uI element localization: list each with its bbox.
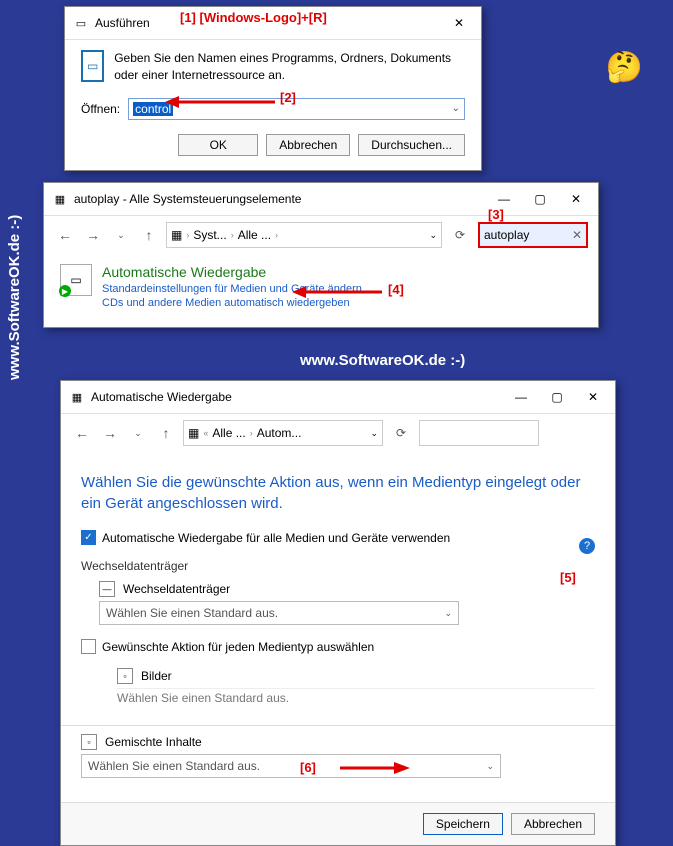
nav-bar: ← → ⌄ ↑ ▦ › Syst... › Alle ... › ⌄ ⟳ aut… (44, 216, 598, 254)
mixed-dropdown[interactable]: Wählen Sie einen Standard aus. ⌄ (81, 754, 501, 778)
maximize-icon[interactable]: ▢ (526, 189, 554, 209)
search-result: ▭▶ Automatische Wiedergabe Standardeinst… (44, 254, 598, 327)
breadcrumb-part[interactable]: Alle ... (212, 426, 245, 440)
ok-button[interactable]: OK (178, 134, 258, 156)
window-title: Automatische Wiedergabe (91, 390, 507, 404)
window-title: autoplay - Alle Systemsteuerungselemente (74, 192, 490, 206)
window-title: Ausführen (95, 16, 445, 30)
close-icon[interactable]: ✕ (445, 13, 473, 33)
search-value: autoplay (484, 228, 529, 242)
program-icon: ▭ (81, 50, 104, 82)
chevron-right-icon: › (250, 428, 253, 438)
chevron-down-icon[interactable]: ⌄ (110, 224, 132, 246)
chevron-down-icon[interactable]: ⌄ (370, 428, 378, 439)
titlebar: ▦ autoplay - Alle Systemsteuerungselemen… (44, 183, 598, 216)
image-icon: ▫ (117, 668, 133, 684)
folder-icon: ▦ (188, 426, 199, 440)
breadcrumb-part[interactable]: Autom... (257, 426, 302, 440)
run-icon: ▭ (73, 15, 89, 31)
clear-icon[interactable]: ✕ (572, 228, 582, 242)
dialog-footer: Speichern Abbrechen (61, 802, 615, 845)
close-icon[interactable]: ✕ (579, 387, 607, 407)
autoplay-window: ▦ Automatische Wiedergabe — ▢ ✕ ← → ⌄ ↑ … (60, 380, 616, 846)
control-panel-icon: ▦ (52, 191, 68, 207)
section-mixed: Gemischte Inhalte (105, 735, 202, 749)
removable-dropdown[interactable]: Wählen Sie einen Standard aus. ⌄ (99, 601, 459, 625)
folder-icon: ▦ (171, 228, 182, 242)
close-icon[interactable]: ✕ (562, 189, 590, 209)
mixed-icon: ▫ (81, 734, 97, 750)
dropdown-value: Wählen Sie einen Standard aus. (106, 606, 278, 620)
sub-label: Bilder (141, 669, 172, 683)
cancel-button[interactable]: Abbrechen (511, 813, 595, 835)
watermark-side: www.SoftwareOK.de :-) (6, 215, 23, 380)
open-label: Öffnen: (81, 102, 120, 116)
chevron-down-icon[interactable]: ⌄ (452, 103, 460, 114)
breadcrumb[interactable]: ▦ « Alle ... › Autom... ⌄ (183, 420, 383, 446)
checkbox-label: Automatische Wiedergabe für alle Medien … (102, 531, 450, 545)
stick-figure-icon: 🤔 (606, 50, 643, 85)
checkbox-label: Gewünschte Aktion für jeden Medientyp au… (102, 640, 374, 654)
chevron-down-icon[interactable]: ⌄ (127, 422, 149, 444)
run-description: Geben Sie den Namen eines Programms, Ord… (114, 50, 465, 84)
result-link-1[interactable]: Standardeinstellungen für Medien und Ger… (102, 282, 362, 296)
search-input[interactable]: autoplay ✕ (478, 222, 588, 248)
result-link-2[interactable]: CDs und andere Medien automatisch wieder… (102, 296, 362, 310)
run-dialog: ▭ Ausführen ✕ ▭ Geben Sie den Namen eine… (64, 6, 482, 171)
chevron-down-icon: ⌄ (486, 761, 494, 772)
refresh-icon[interactable]: ⟳ (448, 223, 472, 247)
minimize-icon[interactable]: — (490, 189, 518, 209)
control-panel-window: ▦ autoplay - Alle Systemsteuerungselemen… (43, 182, 599, 328)
chevron-left-icon: « (203, 428, 208, 438)
forward-button[interactable]: → (82, 224, 104, 246)
open-value: control (133, 102, 173, 116)
refresh-icon[interactable]: ⟳ (389, 421, 413, 445)
chevron-down-icon: ⌄ (444, 608, 452, 619)
save-button[interactable]: Speichern (423, 813, 503, 835)
titlebar: ▦ Automatische Wiedergabe — ▢ ✕ (61, 381, 615, 414)
cancel-button[interactable]: Abbrechen (266, 134, 350, 156)
watermark-mid: www.SoftwareOK.de :-) (300, 352, 465, 369)
sub-label: Wechseldatenträger (123, 582, 230, 596)
titlebar: ▭ Ausführen ✕ (65, 7, 481, 40)
breadcrumb-part[interactable]: Alle ... (238, 228, 271, 242)
up-button[interactable]: ↑ (138, 224, 160, 246)
breadcrumb-part[interactable]: Syst... (193, 228, 226, 242)
chevron-down-icon[interactable]: ⌄ (429, 230, 437, 241)
open-combobox[interactable]: control ⌄ (128, 98, 465, 120)
section-removable: Wechseldatenträger (81, 559, 595, 573)
help-icon[interactable]: ? (579, 538, 595, 554)
dropdown-value: Wählen Sie einen Standard aus. (88, 759, 260, 773)
page-heading: Wählen Sie die gewünschte Aktion aus, we… (81, 472, 595, 514)
maximize-icon[interactable]: ▢ (543, 387, 571, 407)
browse-button[interactable]: Durchsuchen... (358, 134, 465, 156)
up-button[interactable]: ↑ (155, 422, 177, 444)
autoplay-icon: ▭▶ (60, 264, 92, 296)
drive-icon: — (99, 581, 115, 597)
minimize-icon[interactable]: — (507, 387, 535, 407)
chevron-right-icon: › (275, 230, 278, 240)
breadcrumb[interactable]: ▦ › Syst... › Alle ... › ⌄ (166, 222, 442, 248)
chevron-right-icon: › (186, 230, 189, 240)
back-button[interactable]: ← (71, 422, 93, 444)
checkbox-autoplay-all[interactable]: ✓ (81, 530, 96, 545)
chevron-right-icon: › (231, 230, 234, 240)
dropdown-hint: Wählen Sie einen Standard aus. (117, 688, 595, 705)
result-title[interactable]: Automatische Wiedergabe (102, 264, 362, 280)
back-button[interactable]: ← (54, 224, 76, 246)
search-input[interactable] (419, 420, 539, 446)
play-badge-icon: ▶ (59, 285, 71, 297)
forward-button[interactable]: → (99, 422, 121, 444)
autoplay-icon: ▦ (69, 389, 85, 405)
checkbox-each-type[interactable] (81, 639, 96, 654)
nav-bar: ← → ⌄ ↑ ▦ « Alle ... › Autom... ⌄ ⟳ (61, 414, 615, 452)
